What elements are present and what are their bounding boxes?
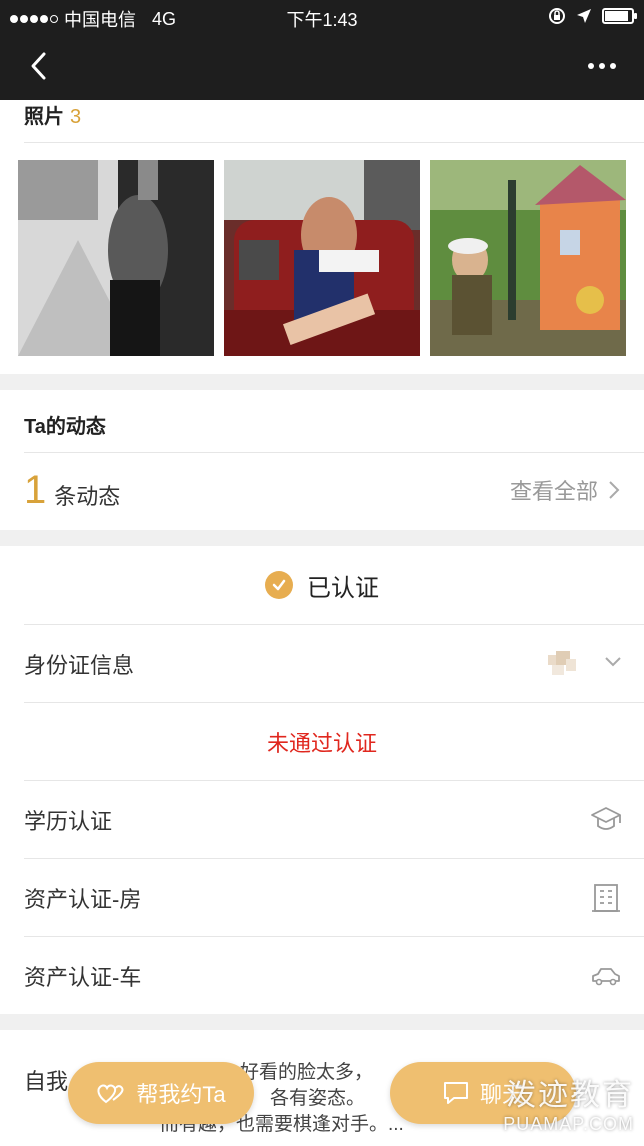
bio-label: 自我: [24, 1069, 69, 1094]
verification-failed-row: 未通过认证: [24, 702, 644, 780]
watermark-url: PUAMAP.COM: [503, 1114, 634, 1134]
photos-title-text: 照片: [24, 106, 64, 128]
education-verify-row[interactable]: 学历认证: [24, 780, 644, 858]
battery-icon: [602, 8, 637, 24]
photos-section: 照片 3: [0, 100, 644, 374]
id-info-label: 身份证信息: [24, 652, 135, 678]
status-bar: 中国电信 4G 下午1:43: [0, 0, 644, 34]
photos-title: 照片 3: [24, 100, 81, 129]
divider: [24, 452, 644, 453]
chevron-left-icon: [31, 52, 46, 80]
dynamics-count: 1: [24, 467, 47, 512]
house-asset-label: 资产认证-房: [24, 886, 142, 912]
verification-failed-text: 未通过认证: [266, 730, 377, 756]
id-info-row[interactable]: 身份证信息: [24, 624, 644, 702]
divider: [24, 142, 644, 143]
back-button[interactable]: [22, 48, 58, 84]
nav-bar: [0, 34, 644, 100]
graduation-cap-icon: [591, 807, 621, 830]
watermark-text: 泼迹教育: [506, 1079, 634, 1112]
blurred-value: [548, 651, 584, 675]
profile-content[interactable]: 照片 3 Ta的动态 1 条动态 查看全部 已认证 身份证信息 未通过认证 学历…: [0, 100, 644, 1146]
status-right: [548, 7, 637, 25]
dynamics-section: Ta的动态 1 条动态 查看全部: [0, 390, 644, 530]
chat-bubble-icon: [443, 1082, 468, 1104]
location-arrow-icon: [577, 9, 591, 23]
chevron-down-icon[interactable]: [604, 655, 622, 669]
ask-date-button[interactable]: 帮我约Ta: [68, 1062, 254, 1124]
more-dots-icon: [588, 63, 594, 69]
verification-section: 已认证 身份证信息 未通过认证 学历认证 资产认证-房 资产认证-车: [0, 546, 644, 1014]
photo-thumbnail-1[interactable]: [18, 160, 214, 356]
building-icon: [592, 884, 620, 912]
view-all-label: 查看全部: [509, 479, 598, 504]
verified-label: 已认证: [307, 574, 379, 602]
more-button[interactable]: [580, 54, 624, 78]
car-asset-label: 资产认证-车: [24, 964, 142, 990]
education-verify-label: 学历认证: [24, 808, 113, 834]
dynamics-count-label: 条动态: [54, 484, 121, 509]
house-asset-row[interactable]: 资产认证-房: [24, 858, 644, 936]
hearts-icon: [97, 1084, 124, 1104]
car-icon: [592, 968, 620, 986]
ask-date-label: 帮我约Ta: [136, 1082, 226, 1107]
car-asset-row[interactable]: 资产认证-车: [24, 936, 644, 1014]
photos-count: 3: [70, 106, 82, 128]
view-all-link[interactable]: 查看全部: [510, 474, 620, 506]
check-circle-icon: [265, 571, 293, 599]
chevron-right-icon: [609, 481, 620, 499]
dynamics-row[interactable]: 1 条动态 查看全部: [24, 460, 620, 520]
watermark: 泼迹教育 PUAMAP.COM: [503, 1070, 634, 1135]
verified-status: 已认证: [0, 546, 644, 624]
photo-thumbnail-2[interactable]: [224, 160, 420, 356]
dynamics-title: Ta的动态: [24, 416, 106, 438]
photo-thumbnail-3[interactable]: [430, 160, 626, 356]
rotation-lock-icon: [549, 8, 565, 24]
